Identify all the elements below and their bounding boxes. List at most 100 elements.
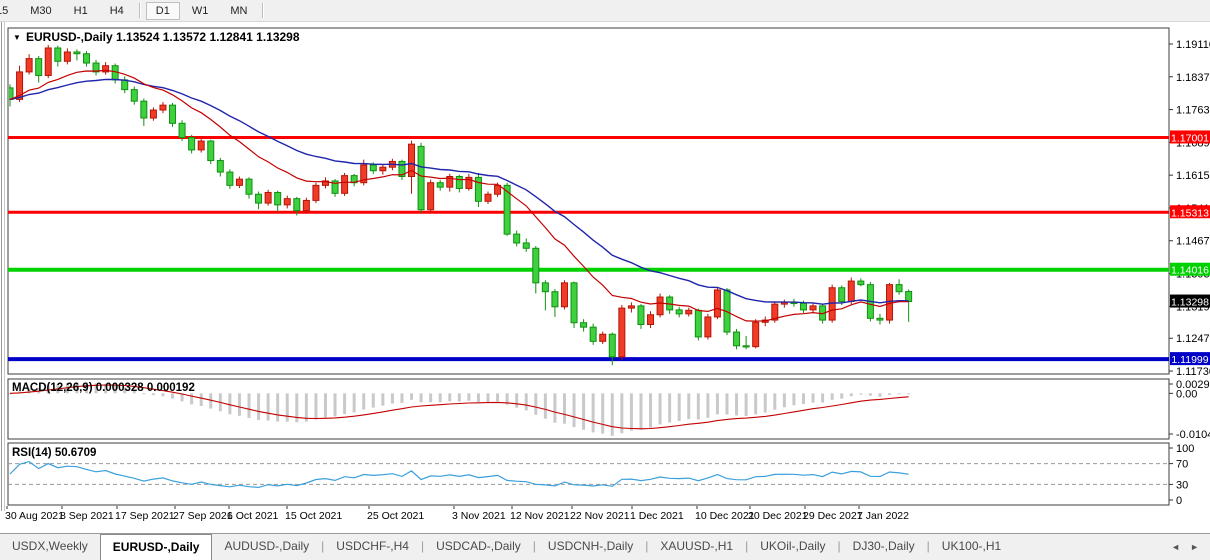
badge-text: 1.17001	[1171, 132, 1209, 144]
candle-body	[26, 59, 32, 72]
macd-hist-bar	[802, 393, 805, 404]
badge-text: 1.14016	[1171, 265, 1209, 277]
macd-hist-bar	[812, 393, 815, 402]
tab-usdchf-h4[interactable]: USDCHF-,H4	[324, 534, 421, 560]
macd-hist-bar	[343, 393, 346, 414]
candle-body	[198, 141, 204, 150]
macd-hist-bar	[601, 393, 604, 433]
macd-hist-bar	[898, 393, 901, 394]
rsi-label: RSI(14) 50.6709	[12, 447, 96, 459]
macd-hist-bar	[726, 393, 729, 414]
macd-hist-bar	[276, 393, 279, 421]
macd-hist-bar	[735, 393, 738, 415]
candle-body	[122, 80, 128, 90]
toolbar-separator	[139, 3, 141, 18]
candle-body	[657, 297, 663, 315]
candle-body	[705, 317, 711, 337]
macd-hist-bar	[257, 393, 260, 420]
tab-uk100-h1[interactable]: UK100-,H1	[930, 534, 1013, 560]
candle-body	[236, 179, 242, 185]
macd-hist-bar	[678, 393, 681, 421]
timeframe-button-15[interactable]: 15	[0, 2, 18, 20]
macd-hist-bar	[429, 393, 432, 402]
date-label: 29 Dec 2021	[803, 510, 863, 522]
macd-hist-bar	[821, 393, 824, 402]
candle-body	[380, 167, 386, 171]
candle-body	[714, 290, 720, 317]
tab-scroll-left-icon[interactable]: ◄	[1166, 540, 1185, 554]
price-tick-label: 1.18370	[1176, 72, 1210, 84]
timeframe-button-h4[interactable]: H4	[100, 2, 134, 20]
candle-body	[753, 322, 759, 346]
macd-hist-bar	[228, 393, 231, 414]
candle-body	[313, 185, 319, 200]
tab-scroll-right-icon[interactable]: ►	[1185, 540, 1204, 554]
macd-hist-bar	[487, 393, 490, 402]
timeframe-button-w1[interactable]: W1	[182, 2, 219, 20]
date-label: 20 Dec 2021	[748, 510, 808, 522]
macd-hist-bar	[764, 393, 767, 412]
timeframe-button-mn[interactable]: MN	[220, 2, 257, 20]
tab-dj30-daily[interactable]: DJ30-,Daily	[841, 534, 927, 560]
rsi-pane[interactable]	[8, 443, 1169, 505]
badge-text: 1.13298	[1171, 297, 1209, 309]
symbol-tabbar: USDX,WeeklyEURUSD-,DailyAUDUSD-,Daily|US…	[0, 533, 1210, 560]
candle-body	[495, 185, 501, 194]
candle-body	[628, 306, 634, 308]
macd-label: MACD(12,26,9) 0.000328 0.000192	[12, 382, 195, 394]
macd-hist-bar	[534, 393, 537, 414]
macd-hist-bar	[697, 393, 700, 419]
macd-hist-bar	[458, 393, 461, 401]
level-badge-1.15313: 1.15313	[1170, 205, 1210, 219]
candle-body	[303, 200, 309, 210]
macd-hist-bar	[831, 393, 834, 399]
macd-hist-bar	[792, 393, 795, 405]
price-pane[interactable]	[8, 28, 1169, 374]
macd-hist-bar	[869, 393, 872, 395]
macd-hist-bar	[649, 393, 652, 427]
candle-body	[74, 52, 80, 54]
date-label: 17 Sep 2021	[115, 510, 175, 522]
timeframe-button-m30[interactable]: M30	[20, 2, 61, 20]
candle-body	[170, 105, 176, 123]
date-label: 12 Nov 2021	[510, 510, 570, 522]
macd-hist-bar	[706, 393, 709, 418]
macd-hist-bar	[305, 393, 308, 421]
tab-ukoil-daily[interactable]: UKOil-,Daily	[748, 534, 837, 560]
candle-body	[265, 192, 271, 203]
macd-hist-bar	[286, 393, 289, 421]
candle-body	[284, 199, 290, 205]
candle-body	[208, 141, 214, 160]
candle-body	[686, 310, 692, 314]
candle-body	[600, 334, 606, 341]
date-label: 15 Oct 2021	[285, 510, 342, 522]
timeframe-button-d1[interactable]: D1	[146, 2, 180, 20]
tab-usdcnh-daily[interactable]: USDCNH-,Daily	[536, 534, 645, 560]
candle-body	[561, 283, 567, 307]
chart-title: ▼EURUSD-,Daily 1.13524 1.13572 1.12841 1…	[13, 30, 300, 44]
candle-body	[523, 243, 529, 248]
macd-hist-bar	[745, 393, 748, 416]
price-tick-label: 1.14670	[1176, 236, 1210, 248]
tab-usdcad-daily[interactable]: USDCAD-,Daily	[424, 534, 533, 560]
macd-hist-bar	[773, 393, 776, 409]
candle-body	[246, 179, 252, 194]
macd-hist-bar	[754, 393, 757, 414]
timeframe-button-h1[interactable]: H1	[64, 2, 98, 20]
tab-xauusd-h1[interactable]: XAUUSD-,H1	[648, 534, 745, 560]
macd-hist-bar	[448, 393, 451, 401]
candle-body	[619, 308, 625, 357]
tab-usdx-weekly[interactable]: USDX,Weekly	[0, 534, 100, 560]
macd-hist-bar	[620, 393, 623, 433]
macd-hist-bar	[200, 393, 203, 406]
tab-eurusd-daily[interactable]: EURUSD-,Daily	[100, 534, 213, 560]
tab-audusd-daily[interactable]: AUDUSD-,Daily	[212, 534, 321, 560]
macd-hist-bar	[467, 393, 470, 400]
macd-hist-bar	[334, 393, 337, 416]
candle-body	[217, 161, 223, 173]
candle-body	[227, 172, 233, 185]
symbol-ohlc-title: EURUSD-,Daily 1.13524 1.13572 1.12841 1.…	[26, 30, 300, 44]
chart-canvas[interactable]: 1.191101.183701.176301.168901.161501.154…	[0, 22, 1210, 533]
macd-hist-bar	[888, 393, 891, 395]
level-badge-1.14016: 1.14016	[1170, 263, 1210, 277]
